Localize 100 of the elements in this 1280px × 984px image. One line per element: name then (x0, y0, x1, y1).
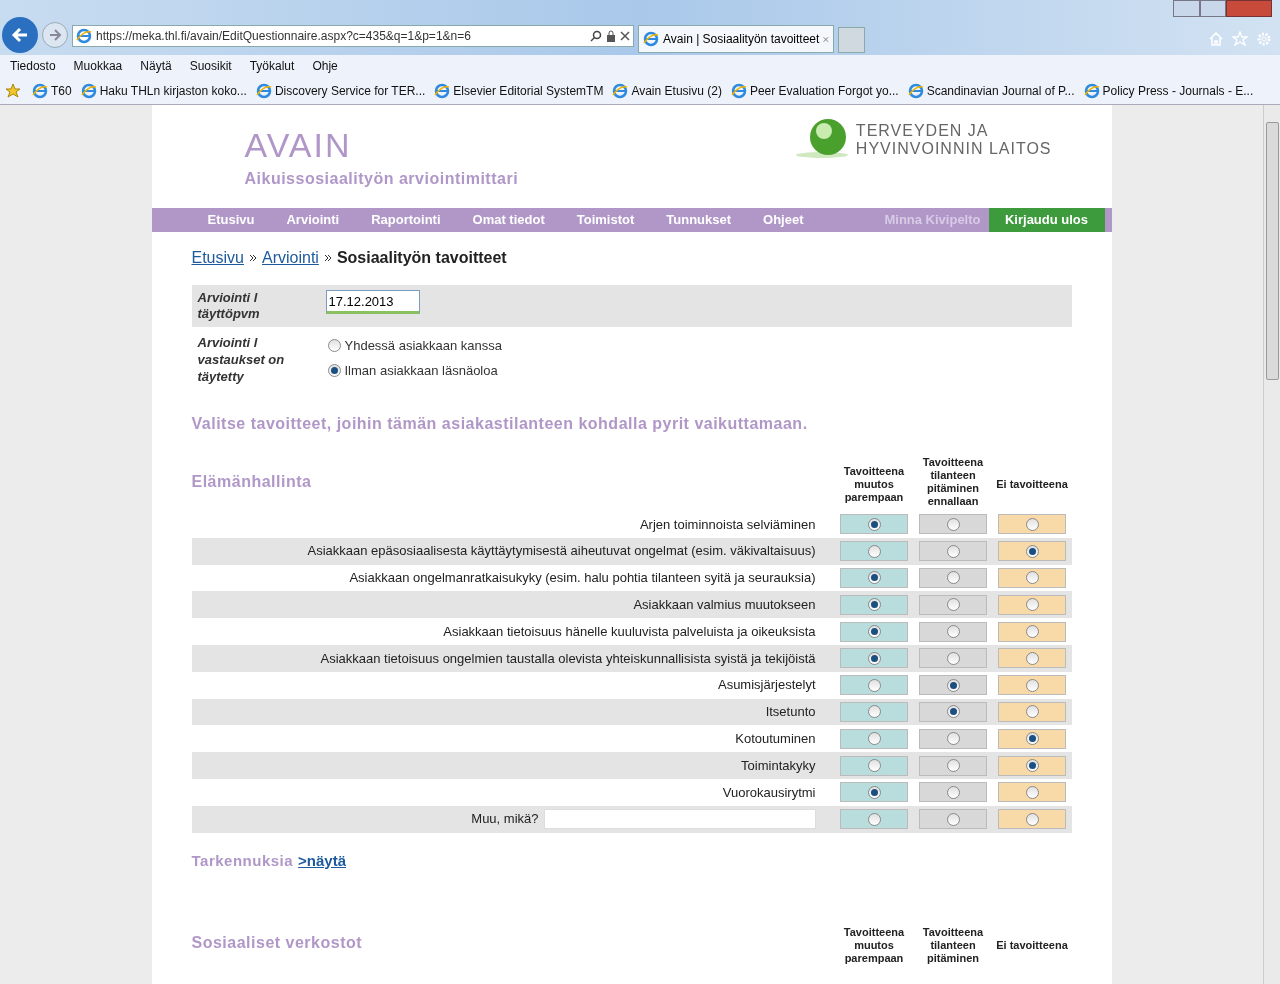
radio-cell[interactable] (840, 621, 908, 642)
favorite-link[interactable]: Policy Press - Journals - E... (1102, 81, 1254, 100)
radio-button[interactable] (946, 651, 960, 665)
radio-cell[interactable] (919, 541, 987, 562)
favorite-link[interactable]: Peer Evaluation Forgot yo... (749, 81, 899, 100)
radio-button[interactable] (1025, 544, 1039, 558)
scroll-thumb[interactable] (1265, 122, 1279, 380)
close-button[interactable] (1226, 0, 1272, 17)
radio-button[interactable] (946, 732, 960, 746)
radio-button[interactable] (1025, 651, 1039, 665)
favorite-link[interactable]: T60 (51, 81, 72, 100)
radio-button[interactable] (867, 598, 881, 612)
radio-button[interactable] (867, 785, 881, 799)
menu-item[interactable]: Tiedosto (10, 57, 56, 75)
new-tab-button[interactable] (838, 27, 865, 53)
radio-button[interactable] (1025, 625, 1039, 639)
scrollbar[interactable] (1263, 105, 1280, 984)
radio-button[interactable] (946, 812, 960, 826)
radio-cell[interactable] (998, 594, 1066, 615)
radio-cell[interactable] (840, 541, 908, 562)
close-icon[interactable] (823, 34, 829, 44)
radio-cell[interactable] (919, 809, 987, 830)
radio-cell[interactable] (840, 809, 908, 830)
radio-button[interactable] (867, 571, 881, 585)
logout-button[interactable]: Kirjaudu ulos (988, 208, 1105, 232)
radio-button[interactable] (867, 625, 881, 639)
radio-button[interactable] (327, 339, 341, 353)
radio-cell[interactable] (919, 621, 987, 642)
radio-cell[interactable] (919, 568, 987, 588)
radio-button[interactable] (867, 651, 881, 665)
radio-button[interactable] (1025, 517, 1039, 531)
radio-button[interactable] (1025, 785, 1039, 799)
radio-button[interactable] (1025, 678, 1039, 692)
radio-cell[interactable] (998, 514, 1066, 535)
radio-button[interactable] (327, 363, 341, 377)
text-input[interactable] (543, 809, 816, 830)
favorite-link[interactable]: Avain Etusivu (2) (631, 81, 722, 100)
radio-button[interactable] (867, 705, 881, 719)
menu-item[interactable]: Muokkaa (73, 57, 123, 75)
radio-cell[interactable] (840, 782, 908, 803)
radio-cell[interactable] (998, 728, 1066, 749)
radio-cell[interactable] (998, 648, 1066, 669)
radio-cell[interactable] (998, 782, 1066, 803)
favorites-star-icon[interactable] (5, 82, 23, 99)
maximize-button[interactable] (1200, 0, 1226, 17)
radio-button[interactable] (946, 598, 960, 612)
back-button[interactable] (2, 17, 38, 53)
favorite-link[interactable]: Discovery Service for TER... (274, 81, 426, 100)
radio-button[interactable] (1025, 598, 1039, 612)
radio-button[interactable] (946, 759, 960, 773)
radio-cell[interactable] (998, 675, 1066, 696)
menu-item[interactable]: Ohje (312, 57, 338, 75)
radio-cell[interactable] (919, 782, 987, 803)
radio-button[interactable] (946, 517, 960, 531)
radio-cell[interactable] (919, 648, 987, 669)
radio-cell[interactable] (919, 594, 987, 615)
radio-cell[interactable] (919, 514, 987, 535)
menu-item[interactable]: Näytä (140, 57, 172, 75)
forward-button[interactable] (42, 22, 68, 48)
minimize-button[interactable] (1173, 0, 1200, 17)
radio-cell[interactable] (998, 621, 1066, 642)
date-input[interactable]: 17.12.2013 (325, 290, 420, 314)
radio-cell[interactable] (840, 701, 908, 722)
browser-tab[interactable]: Avain | Sosiaalityön tavoitteet (638, 25, 834, 53)
radio-button[interactable] (1025, 732, 1039, 746)
radio-button[interactable] (1025, 812, 1039, 826)
radio-button[interactable] (1025, 705, 1039, 719)
radio-button[interactable] (867, 544, 881, 558)
radio-cell[interactable] (919, 755, 987, 776)
radio-cell[interactable] (840, 675, 908, 696)
radio-button[interactable] (946, 625, 960, 639)
radio-cell[interactable] (998, 701, 1066, 722)
star-icon[interactable] (1232, 31, 1248, 47)
radio-cell[interactable] (840, 514, 908, 535)
radio-button[interactable] (946, 705, 960, 719)
favorite-link[interactable]: Scandinavian Journal of P... (926, 81, 1075, 100)
radio-cell[interactable] (840, 755, 908, 776)
radio-cell[interactable] (998, 568, 1066, 588)
radio-button[interactable] (1025, 759, 1039, 773)
show-link[interactable]: >näytä (298, 849, 347, 873)
radio-button[interactable] (946, 678, 960, 692)
menu-item[interactable]: Suosikit (189, 57, 232, 75)
radio-cell[interactable] (919, 701, 987, 722)
radio-button[interactable] (946, 571, 960, 585)
menu-item[interactable]: Työkalut (249, 57, 295, 75)
radio-cell[interactable] (840, 594, 908, 615)
radio-button[interactable] (867, 759, 881, 773)
radio-button[interactable] (867, 678, 881, 692)
radio-button[interactable] (946, 544, 960, 558)
radio-cell[interactable] (919, 675, 987, 696)
radio-button[interactable] (946, 785, 960, 799)
breadcrumb-link[interactable]: Arviointi (261, 246, 319, 270)
radio-button[interactable] (867, 732, 881, 746)
radio-cell[interactable] (840, 728, 908, 749)
favorite-link[interactable]: Elsevier Editorial SystemTM (453, 81, 604, 100)
breadcrumb-link[interactable]: Etusivu (191, 246, 244, 270)
radio-button[interactable] (867, 812, 881, 826)
radio-cell[interactable] (840, 568, 908, 588)
radio-cell[interactable] (998, 755, 1066, 776)
favorite-link[interactable]: Haku THLn kirjaston koko... (99, 81, 247, 100)
